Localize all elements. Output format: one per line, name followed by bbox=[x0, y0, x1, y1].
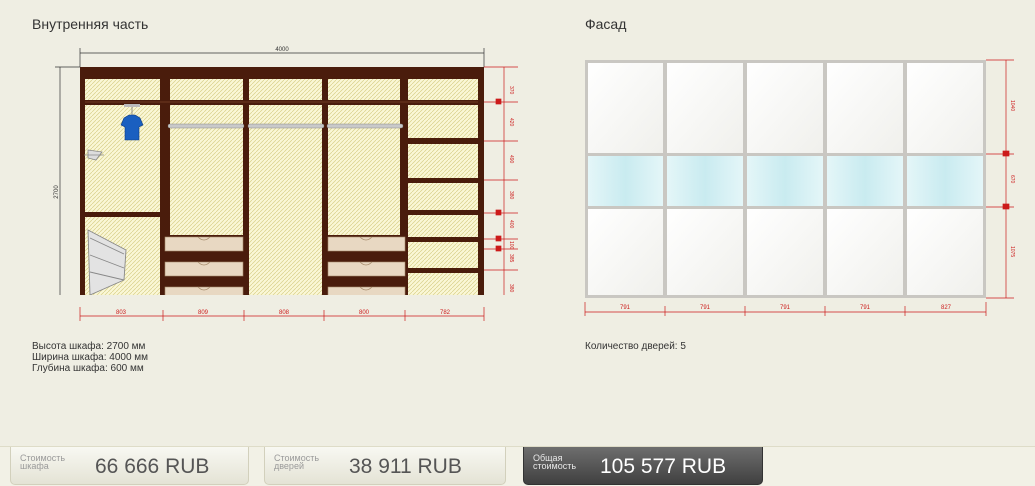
total-cost-value: 105 577 RUB bbox=[600, 455, 727, 478]
bottom-dim-4: 800 bbox=[359, 310, 370, 316]
cabinet-cost-value: 66 666 RUB bbox=[95, 455, 210, 478]
spec-height: Высота шкафа: 2700 мм bbox=[32, 341, 146, 352]
cabinet-body bbox=[80, 67, 484, 295]
doors-cost-value: 38 911 RUB bbox=[349, 455, 462, 478]
cabinet-specs: Высота шкафа: 2700 мм Ширина шкафа: 4000… bbox=[32, 341, 148, 374]
cabinet-cost-label: Стоимость шкафа bbox=[20, 453, 66, 471]
total-cost-card: Общая стоимость 105 577 RUB bbox=[523, 447, 763, 485]
facade-right-dim-3: 1075 bbox=[1009, 246, 1015, 257]
doors-cost-label: Стоимость дверей bbox=[274, 453, 320, 471]
bottom-dim-2: 809 bbox=[198, 310, 209, 316]
cost-bar: Стоимость шкафа 66 666 RUB Стоимость две… bbox=[0, 446, 1035, 486]
spec-width: Ширина шкафа: 4000 мм bbox=[32, 352, 149, 363]
height-dimension-label: 2700 bbox=[54, 185, 60, 199]
bottom-dim-3: 808 bbox=[279, 310, 290, 316]
right-dim-7: 385 bbox=[508, 254, 514, 263]
facade-title: Фасад bbox=[585, 16, 627, 32]
doors-cost-card: Стоимость дверей 38 911 RUB bbox=[264, 447, 506, 485]
right-dim-6: 100 bbox=[508, 241, 514, 250]
right-dim-8: 380 bbox=[508, 284, 514, 293]
spec-depth: Глубина шкафа: 600 мм bbox=[32, 363, 144, 374]
bottom-dim-5: 782 bbox=[440, 310, 451, 316]
door-count: Количество дверей: 5 bbox=[585, 341, 686, 352]
facade-bottom-dim-2: 791 bbox=[700, 305, 711, 311]
right-dim-4: 380 bbox=[508, 191, 514, 200]
right-dim-2: 420 bbox=[508, 118, 514, 127]
facade-right-dim-2: 670 bbox=[1009, 175, 1015, 184]
facade-bottom-dim-4: 791 bbox=[860, 305, 871, 311]
cabinet-cost-card: Стоимость шкафа 66 666 RUB bbox=[10, 447, 249, 485]
right-dim-5: 400 bbox=[508, 220, 514, 229]
bottom-dim-1: 803 bbox=[116, 310, 127, 316]
right-dim-1: 370 bbox=[508, 86, 514, 95]
right-dim-3: 490 bbox=[508, 155, 514, 164]
door-panels bbox=[588, 63, 983, 295]
width-dimension-label: 4000 bbox=[275, 47, 289, 53]
interior-drawing: 4000 2700 370 420 490 380 400 100 385 38… bbox=[0, 40, 525, 295]
facade-drawing: 1040 670 1075 791 791 791 791 827 bbox=[584, 59, 1015, 316]
facade-bottom-dim-3: 791 bbox=[780, 305, 791, 311]
interior-title: Внутренняя часть bbox=[32, 16, 149, 32]
total-cost-label: Общая стоимость bbox=[533, 453, 577, 471]
hanging-rods bbox=[167, 123, 404, 129]
interior-bottom-dimensions: 803 809 808 800 782 bbox=[79, 307, 485, 321]
facade-bottom-dim-1: 791 bbox=[620, 305, 631, 311]
facade-bottom-dim-5: 827 bbox=[941, 305, 952, 311]
facade-right-dim-1: 1040 bbox=[1009, 100, 1015, 111]
